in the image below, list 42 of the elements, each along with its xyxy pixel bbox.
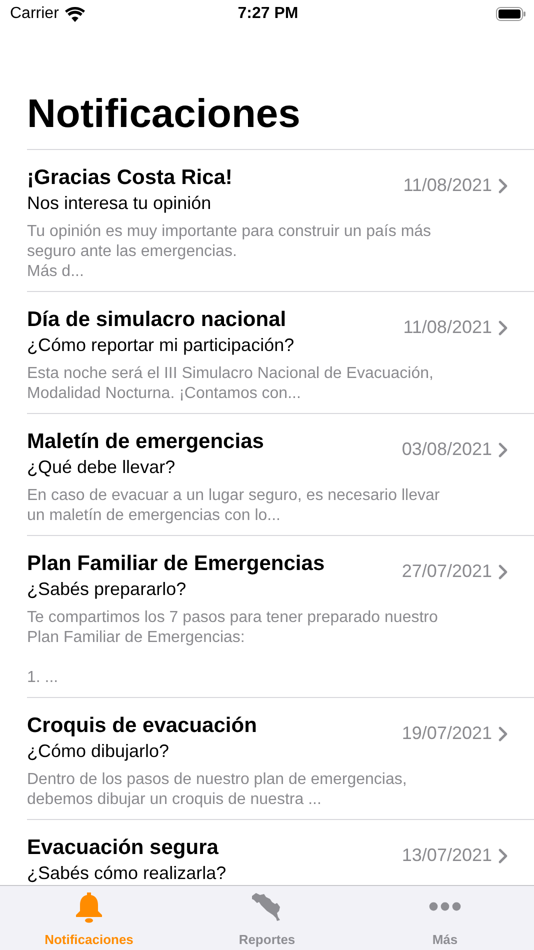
- country-map-icon: [251, 892, 283, 922]
- notification-row[interactable]: Maletín de emergencias ¿Qué debe llevar? 03/08/2021 En caso de evacuar a un lugar seguro, es necesario llevar un maletín de emergencias con lo...: [27, 414, 534, 536]
- notification-date: 11/08/2021: [403, 317, 492, 338]
- notification-date: 13/07/2021: [402, 845, 492, 866]
- notification-row[interactable]: Plan Familiar de Emergencias ¿Sabés prepararlo? 27/07/2021 Te compartimos los 7 pasos para tener preparado nuestro Plan Familiar de Emergencias: 1. ...: [27, 536, 534, 698]
- notification-preview: Dentro de los pasos de nuestro plan de emergencias, debemos dibujar un croquis de nuestra ...: [27, 770, 408, 810]
- chevron-icon: [498, 442, 508, 458]
- chevron-icon: [498, 320, 508, 336]
- notification-title: Día de simulacro nacional: [27, 307, 288, 333]
- notification-preview: Esta noche será el III Simulacro Nacional de Evacuación, Modalidad Nocturna. ¡Contamos con...: [27, 364, 434, 404]
- notification-date: 11/08/2021: [403, 175, 492, 196]
- notification-subtitle: Nos interesa tu opinión: [27, 192, 212, 215]
- notification-subtitle: ¿Sabés prepararlo?: [27, 578, 188, 601]
- notification-title: Evacuación segura: [27, 835, 220, 861]
- carrier-name: Carrier: [10, 5, 59, 23]
- more-icon: [429, 902, 461, 911]
- chevron-icon: [498, 178, 508, 194]
- notification-preview: En caso de evacuar a un lugar seguro, es necesario llevar un maletín de emergencias con lo...: [27, 486, 441, 526]
- notification-preview: Tu opinión es muy importante para construir un país más seguro ante las emergencias. Más d...: [27, 222, 432, 282]
- notification-row[interactable]: ¡Gracias Costa Rica! Nos interesa tu opinión 11/08/2021 Tu opinión es muy importante para construir un país más seguro ante las emergencias. Más d...: [27, 150, 534, 292]
- chevron-icon: [498, 564, 508, 580]
- chevron-icon: [498, 848, 508, 864]
- notification-row[interactable]: Día de simulacro nacional ¿Cómo reportar mi participación? 11/08/2021 Esta noche será el III Simulacro Nacional de Evacuación, Modalidad Nocturna. ¡Contamos con...: [27, 292, 534, 414]
- notification-subtitle: ¿Cómo reportar mi participación?: [27, 334, 296, 357]
- notification-date: 19/07/2021: [402, 723, 492, 744]
- notification-preview: Te compartimos los 7 pasos para tener preparado nuestro Plan Familiar de Emergencias: 1. ...: [27, 608, 439, 688]
- notification-title: Plan Familiar de Emergencias: [27, 551, 326, 577]
- notification-date: 03/08/2021: [402, 439, 492, 460]
- chevron-icon: [498, 726, 508, 742]
- battery-icon: [496, 7, 526, 21]
- notification-title: Croquis de evacuación: [27, 713, 258, 739]
- notification-title: Maletín de emergencias: [27, 429, 265, 455]
- notification-title: ¡Gracias Costa Rica!: [27, 165, 234, 191]
- status-time: 7:27 PM: [238, 5, 298, 23]
- bell-icon: [75, 890, 103, 922]
- notification-subtitle: ¿Cómo dibujarlo?: [27, 740, 170, 763]
- notification-subtitle: ¿Qué debe llevar?: [27, 456, 176, 479]
- notification-subtitle: ¿Sabés cómo realizarla?: [27, 862, 228, 885]
- notification-date: 27/07/2021: [402, 561, 492, 582]
- notification-row[interactable]: Croquis de evacuación ¿Cómo dibujarlo? 19/07/2021 Dentro de los pasos de nuestro plan de emergencias, debemos dibujar un croquis de nuestra ...: [27, 698, 534, 820]
- wifi-icon: [64, 6, 85, 22]
- page-title: Notificaciones: [27, 91, 302, 138]
